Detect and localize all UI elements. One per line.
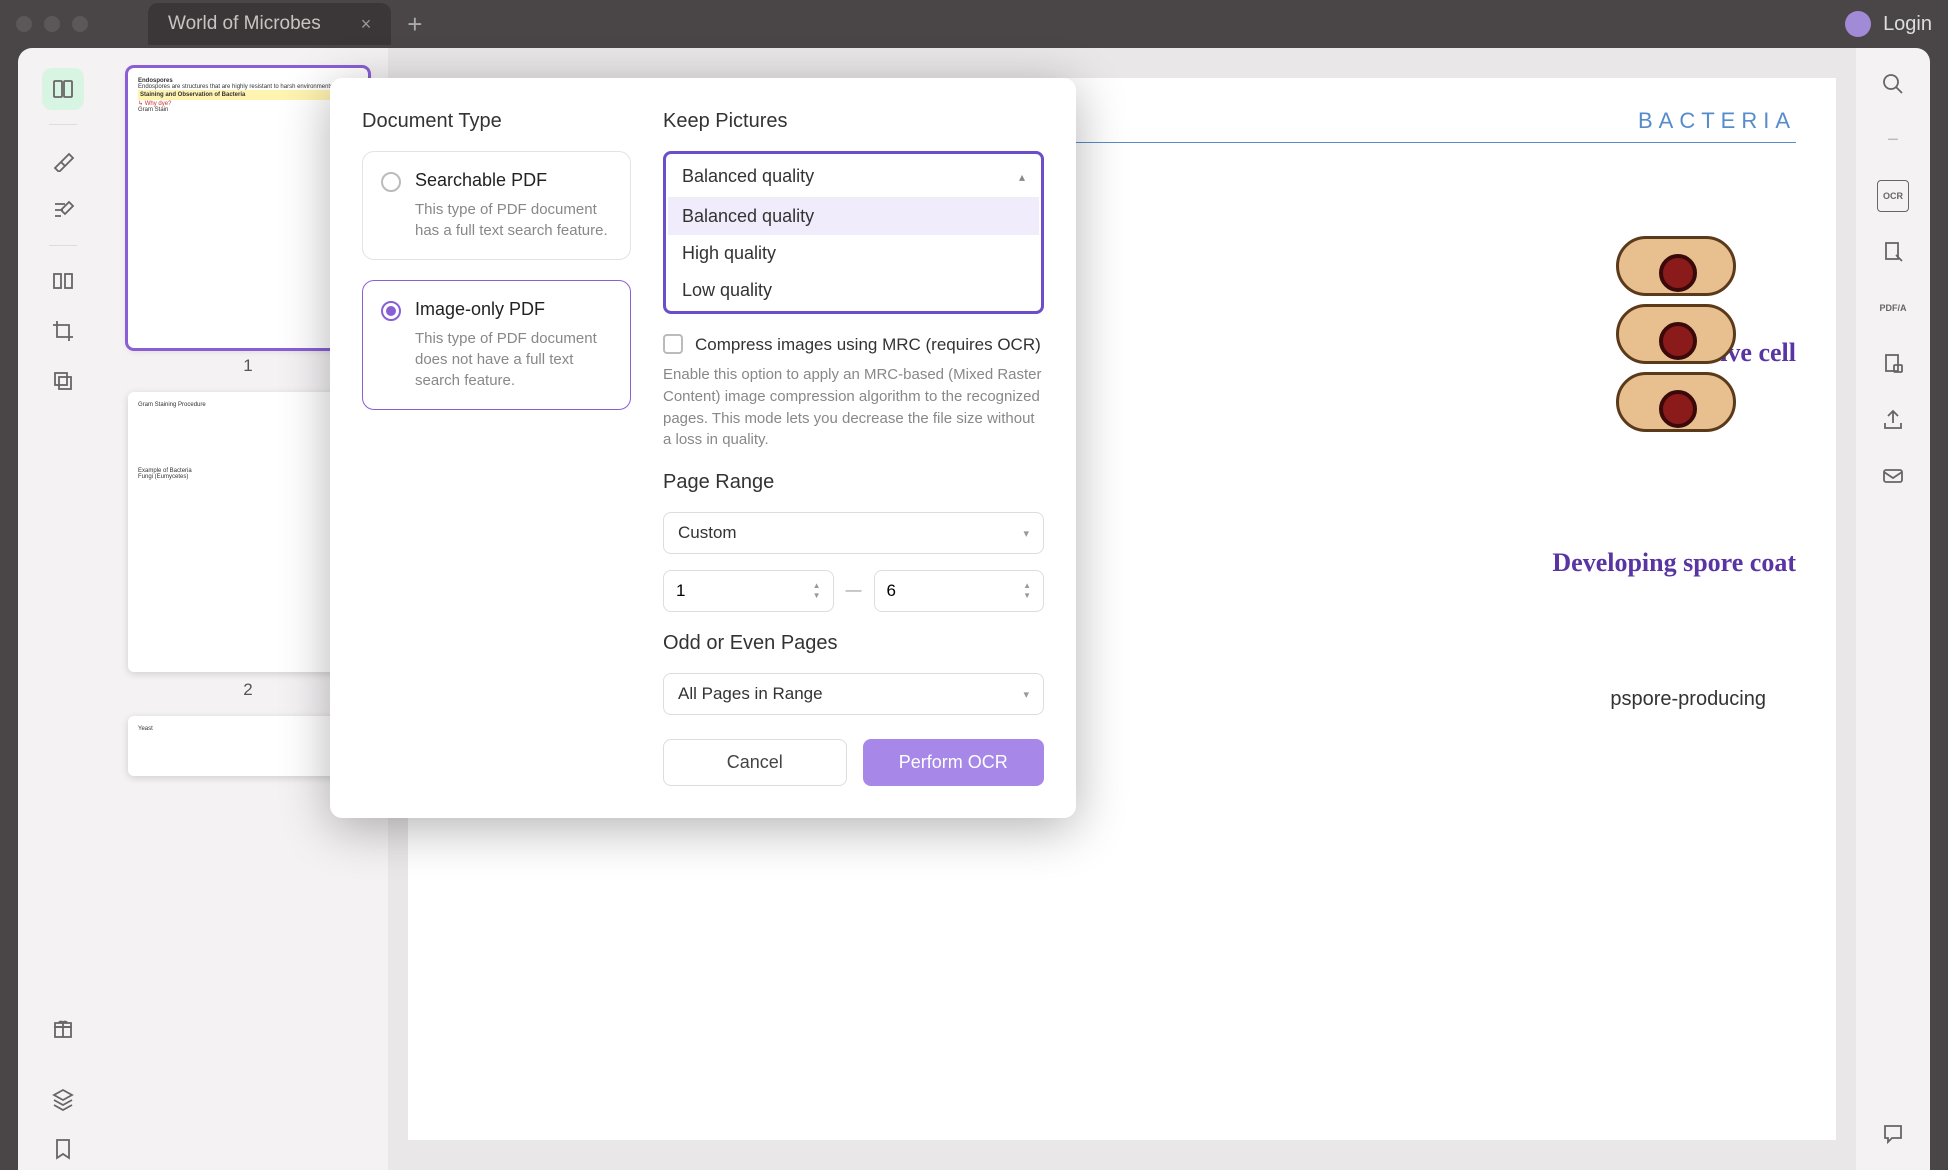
quality-selected: Balanced quality (668, 156, 1039, 197)
edit-page-icon[interactable] (1877, 236, 1909, 268)
copy-icon[interactable] (42, 360, 84, 402)
layers-icon[interactable] (42, 1078, 84, 1120)
range-from-value: 1 (676, 581, 685, 601)
ocr-dialog: Document Type Searchable PDF This type o… (330, 78, 1076, 818)
close-icon[interactable] (16, 16, 32, 32)
annotation-endospore: pspore-producing (1610, 688, 1766, 711)
mail-icon[interactable] (1877, 460, 1909, 492)
ocr-icon[interactable]: OCR (1877, 180, 1909, 212)
perform-ocr-button[interactable]: Perform OCR (863, 739, 1045, 786)
cell-illustration (1616, 228, 1816, 440)
cancel-button[interactable]: Cancel (663, 739, 847, 786)
document-type-label: Document Type (362, 110, 631, 133)
crop-icon[interactable] (42, 310, 84, 352)
option-desc: This type of PDF document does not have … (415, 328, 612, 391)
login-button[interactable]: Login (1845, 11, 1932, 37)
page-range-dropdown[interactable]: Custom (663, 512, 1044, 554)
right-toolbar: − OCR PDF/A (1856, 48, 1930, 1170)
compress-label: Compress images using MRC (requires OCR) (695, 334, 1041, 356)
pdfa-icon[interactable]: PDF/A (1877, 292, 1909, 324)
compress-mrc-checkbox[interactable]: Compress images using MRC (requires OCR) (663, 334, 1044, 356)
radio-icon (381, 301, 401, 321)
range-from-input[interactable]: 1 ▲▼ (663, 570, 834, 612)
odd-even-label: Odd or Even Pages (663, 632, 1044, 655)
maximize-icon[interactable] (72, 16, 88, 32)
gift-icon[interactable] (42, 1008, 84, 1050)
window-controls (16, 16, 88, 32)
range-to-value: 6 (887, 581, 896, 601)
titlebar: World of Microbes × + Login (0, 0, 1948, 48)
image-only-pdf-option[interactable]: Image-only PDF This type of PDF document… (362, 280, 631, 410)
quality-option-balanced[interactable]: Balanced quality (668, 198, 1039, 235)
range-separator: — (846, 582, 862, 600)
share-icon[interactable] (1877, 404, 1909, 436)
odd-even-dropdown[interactable]: All Pages in Range (663, 673, 1044, 715)
compare-icon[interactable] (42, 260, 84, 302)
option-desc: This type of PDF document has a full tex… (415, 199, 612, 241)
bookmark-icon[interactable] (42, 1128, 84, 1170)
quality-dropdown[interactable]: Balanced quality Balanced quality High q… (663, 151, 1044, 314)
reader-mode-icon[interactable] (42, 68, 84, 110)
keep-pictures-label: Keep Pictures (663, 110, 1044, 133)
page-range-value: Custom (678, 523, 737, 543)
option-title: Searchable PDF (415, 170, 612, 191)
quality-options-list: Balanced quality High quality Low qualit… (668, 197, 1039, 309)
spinner-arrows[interactable]: ▲▼ (1023, 582, 1031, 600)
login-label: Login (1883, 13, 1932, 36)
minimize-icon[interactable] (44, 16, 60, 32)
quality-option-high[interactable]: High quality (668, 235, 1039, 272)
close-tab-icon[interactable]: × (361, 14, 372, 35)
annotation-spore: Developing spore coat (1552, 548, 1796, 578)
checkbox-icon (663, 334, 683, 354)
annotate-icon[interactable] (42, 189, 84, 231)
spinner-arrows[interactable]: ▲▼ (813, 582, 821, 600)
left-toolbar (18, 48, 108, 1170)
new-tab-button[interactable]: + (407, 9, 422, 40)
comment-icon[interactable] (1877, 1118, 1909, 1150)
odd-even-value: All Pages in Range (678, 684, 823, 704)
option-title: Image-only PDF (415, 299, 612, 320)
search-icon[interactable] (1877, 68, 1909, 100)
quality-option-low[interactable]: Low quality (668, 272, 1039, 309)
searchable-pdf-option[interactable]: Searchable PDF This type of PDF document… (362, 151, 631, 260)
lock-page-icon[interactable] (1877, 348, 1909, 380)
range-to-input[interactable]: 6 ▲▼ (874, 570, 1045, 612)
minus-icon[interactable]: − (1877, 124, 1909, 156)
avatar-icon (1845, 11, 1871, 37)
compress-description: Enable this option to apply an MRC-based… (663, 364, 1044, 451)
page-range-label: Page Range (663, 471, 1044, 494)
radio-icon (381, 172, 401, 192)
tab-title: World of Microbes (168, 13, 321, 35)
document-tab[interactable]: World of Microbes × (148, 3, 391, 45)
highlighter-icon[interactable] (42, 139, 84, 181)
